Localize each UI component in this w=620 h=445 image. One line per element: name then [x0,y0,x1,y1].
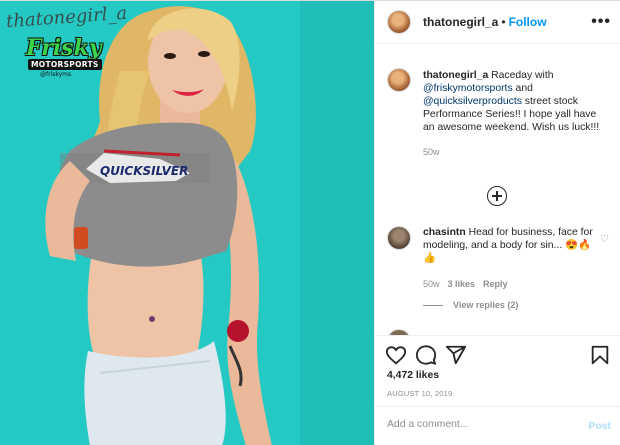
logo-tag: @friskyms [40,71,72,78]
caption-username[interactable]: thatonegirl_a [423,70,488,81]
post-comment-button[interactable]: Post [588,421,611,432]
heart-icon[interactable] [385,344,407,366]
avatar[interactable] [387,10,411,34]
post-date[interactable]: AUGUST 10, 2019 [387,389,452,398]
comment-meta: 50w 3 likes Reply [423,278,595,291]
comment-item: chasintn Head for business, face for mod… [387,226,609,291]
post-sidebar: thatonegirl_a • Follow ••• thatonegirl_a… [374,1,620,445]
comments-section[interactable]: thatonegirl_a Raceday with @friskymotors… [375,45,620,335]
comment-username[interactable]: chasintn [423,227,466,238]
reply-button[interactable]: Reply [483,278,508,291]
comment-heart-icon[interactable]: ♡ [600,234,609,245]
caption-text: Raceday with [488,70,554,81]
view-replies-button[interactable]: View replies (2) [423,300,518,310]
post-photo[interactable]: thatonegirl_a Frisky MOTORSPORTS @frisky… [0,1,374,445]
follow-button[interactable]: Follow [509,15,547,29]
add-comment-bar: Post [375,406,620,445]
logo-title: Frisky [26,35,102,61]
likes-count[interactable]: 4,472 likes [387,370,439,381]
more-options-icon[interactable]: ••• [591,13,611,31]
load-more-comments-icon[interactable] [487,186,507,206]
caption-age[interactable]: 50w [423,146,609,159]
add-comment-input[interactable] [387,419,577,430]
bookmark-icon[interactable] [589,344,611,366]
post-header: thatonegirl_a • Follow ••• [375,1,620,44]
caption-mention[interactable]: @quicksilverproducts [423,96,522,107]
next-comment-partial [387,327,609,335]
share-icon[interactable] [445,344,467,366]
frisky-motorsports-logo: Frisky MOTORSPORTS @friskyms [22,33,102,85]
view-replies-label: View replies (2) [453,300,519,310]
caption-body: thatonegirl_a Raceday with @friskymotors… [423,69,609,159]
comment-likes[interactable]: 3 likes [448,278,476,291]
comment-age[interactable]: 50w [423,278,440,291]
comment-avatar[interactable] [387,226,411,250]
post-actions [375,335,620,375]
caption-text: and [512,83,533,94]
instagram-post: thatonegirl_a Frisky MOTORSPORTS @frisky… [0,0,620,445]
header-username[interactable]: thatonegirl_a [423,15,498,29]
logo-subtitle: MOTORSPORTS [28,59,102,70]
caption-mention[interactable]: @friskymotorsports [423,83,513,94]
separator-dot: • [501,15,506,29]
replies-divider [423,304,443,306]
comment-icon[interactable] [415,344,437,366]
post-caption: thatonegirl_a Raceday with @friskymotors… [387,68,609,159]
comment-body: chasintn Head for business, face for mod… [423,226,595,291]
caption-avatar[interactable] [387,68,411,92]
